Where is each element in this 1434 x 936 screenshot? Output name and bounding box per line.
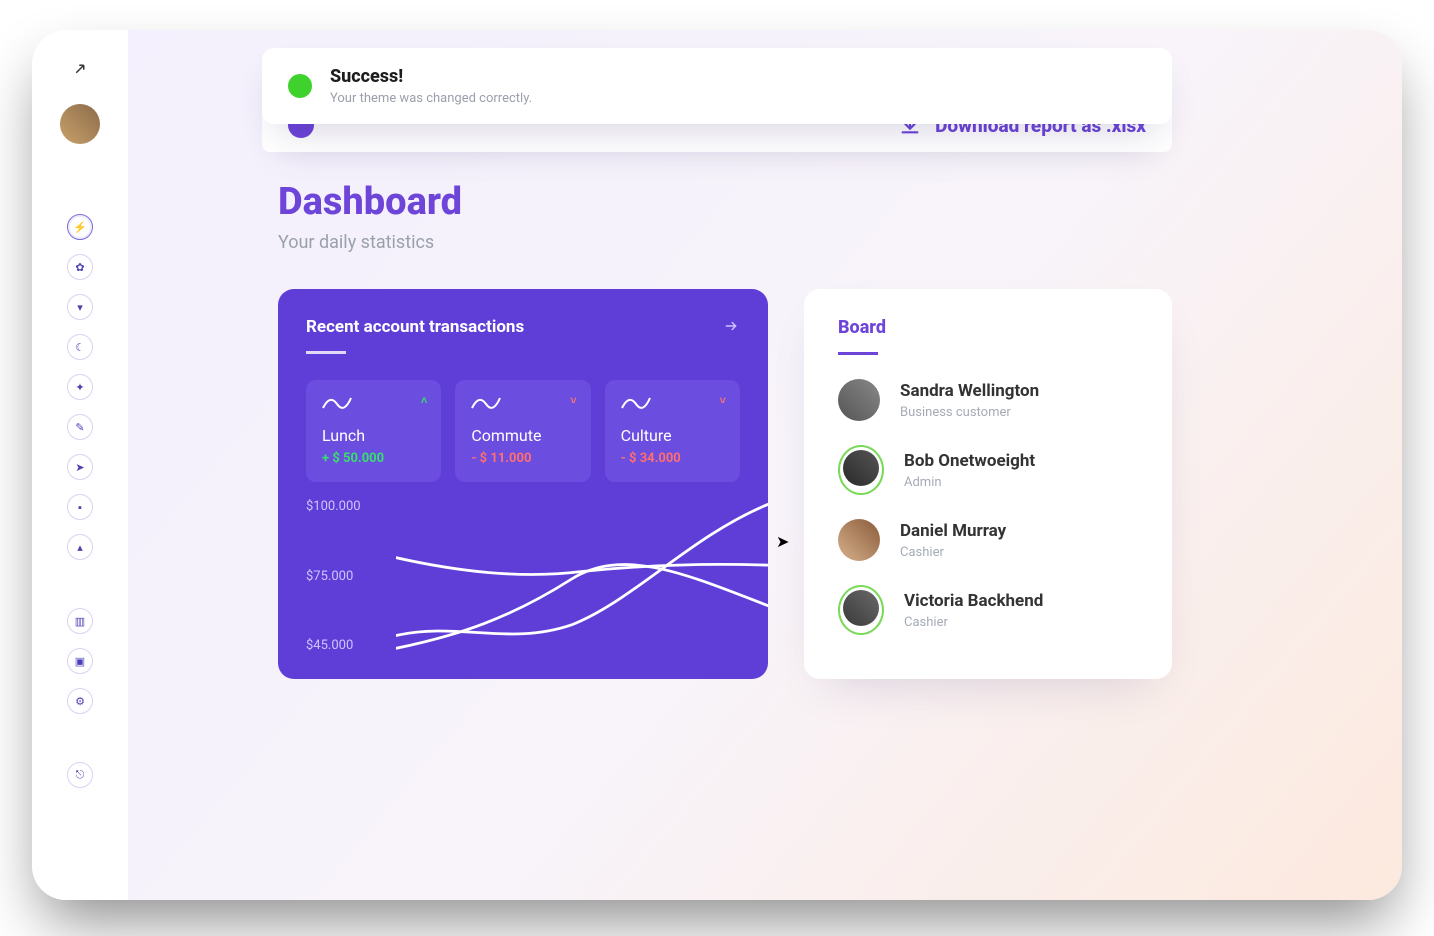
mini-value: - $ 11.000: [471, 451, 574, 466]
pulse-icon: [471, 394, 501, 412]
sidebar-item-layout[interactable]: ▣: [67, 648, 93, 674]
mini-card-commute[interactable]: ˅ Commute - $ 11.000: [455, 380, 590, 482]
trend-down-icon: ˅: [570, 394, 576, 407]
transactions-chart: $100.000 $75.000 $45.000: [306, 499, 768, 659]
page-subtitle: Your daily statistics: [278, 232, 1172, 253]
pulse-icon: [322, 394, 352, 412]
chart-y-axis: $100.000 $75.000 $45.000: [306, 499, 361, 659]
board-people-list: Sandra Wellington Business customer Bob …: [838, 379, 1138, 635]
person-name: Bob Onetwoeight: [904, 451, 1035, 471]
expand-icon[interactable]: [69, 58, 91, 80]
success-indicator-icon: [288, 74, 312, 98]
person-name: Victoria Backhend: [904, 591, 1043, 611]
sidebar-item-cloud[interactable]: ▴: [67, 534, 93, 560]
sidebar-item-star[interactable]: ✦: [67, 374, 93, 400]
trend-down-icon: ˅: [720, 394, 726, 407]
pulse-icon: [621, 394, 651, 412]
transactions-title: Recent account transactions: [306, 317, 524, 337]
person-row[interactable]: Daniel Murray Cashier: [838, 519, 1138, 561]
divider: [306, 351, 346, 354]
cursor-icon: ➤: [776, 532, 789, 551]
sidebar-item-bolt[interactable]: ⚡: [67, 214, 93, 240]
sidebar-item-gear[interactable]: ⚙: [67, 688, 93, 714]
person-role: Business customer: [900, 405, 1039, 420]
sidebar-item-chart[interactable]: ▥: [67, 608, 93, 634]
y-tick: $45.000: [306, 638, 361, 653]
online-ring-icon: [838, 585, 884, 635]
sidebar-item-drop[interactable]: ▾: [67, 294, 93, 320]
transactions-card: Recent account transactions ˄ Lunch + $ …: [278, 289, 768, 679]
avatar: [838, 379, 880, 421]
chart-lines: [396, 499, 768, 659]
sidebar-item-moon[interactable]: ☾: [67, 334, 93, 360]
avatar: [843, 590, 879, 626]
toast-success: Success! Your theme was changed correctl…: [262, 48, 1172, 124]
person-row[interactable]: Bob Onetwoeight Admin: [838, 445, 1138, 495]
person-role: Cashier: [904, 615, 1043, 630]
trend-up-icon: ˄: [421, 394, 427, 407]
toast-title: Success!: [330, 66, 532, 87]
y-tick: $100.000: [306, 499, 361, 514]
board-title: Board: [838, 317, 1138, 338]
sidebar-item-send[interactable]: ➤: [67, 454, 93, 480]
mini-label: Lunch: [322, 426, 425, 445]
sidebar-item-pen[interactable]: ✎: [67, 414, 93, 440]
person-name: Daniel Murray: [900, 521, 1006, 541]
mini-label: Commute: [471, 426, 574, 445]
y-tick: $75.000: [306, 569, 361, 584]
person-row[interactable]: Victoria Backhend Cashier: [838, 585, 1138, 635]
person-role: Cashier: [900, 545, 1006, 560]
transactions-arrow-icon[interactable]: [722, 318, 740, 337]
sidebar-nav: ⚡ ✿ ▾ ☾ ✦ ✎ ➤ ▪ ▴ ▥ ▣ ⚙ ⎋: [67, 214, 93, 788]
mini-label: Culture: [621, 426, 724, 445]
online-ring-icon: [838, 445, 884, 495]
page-title: Dashboard: [278, 180, 1172, 224]
avatar: [838, 519, 880, 561]
transactions-mini-row: ˄ Lunch + $ 50.000 ˅ Commute - $ 11.000 …: [306, 380, 740, 482]
divider: [838, 352, 878, 355]
sidebar-item-logout[interactable]: ⎋: [67, 762, 93, 788]
person-role: Admin: [904, 475, 1035, 490]
sidebar-item-leaf[interactable]: ✿: [67, 254, 93, 280]
person-row[interactable]: Sandra Wellington Business customer: [838, 379, 1138, 421]
mini-value: - $ 34.000: [621, 451, 724, 466]
main-content: Dashboard Your daily statistics Recent a…: [278, 180, 1172, 679]
toast-subtitle: Your theme was changed correctly.: [330, 91, 532, 106]
app-frame: ⚡ ✿ ▾ ☾ ✦ ✎ ➤ ▪ ▴ ▥ ▣ ⚙ ⎋ Download repor…: [32, 30, 1402, 900]
sidebar-item-tag[interactable]: ▪: [67, 494, 93, 520]
mini-value: + $ 50.000: [322, 451, 425, 466]
avatar: [843, 450, 879, 486]
user-avatar[interactable]: [60, 104, 100, 144]
mini-card-lunch[interactable]: ˄ Lunch + $ 50.000: [306, 380, 441, 482]
person-name: Sandra Wellington: [900, 381, 1039, 401]
sidebar: ⚡ ✿ ▾ ☾ ✦ ✎ ➤ ▪ ▴ ▥ ▣ ⚙ ⎋: [32, 30, 128, 900]
board-card: Board Sandra Wellington Business custome…: [804, 289, 1172, 679]
mini-card-culture[interactable]: ˅ Culture - $ 34.000: [605, 380, 740, 482]
